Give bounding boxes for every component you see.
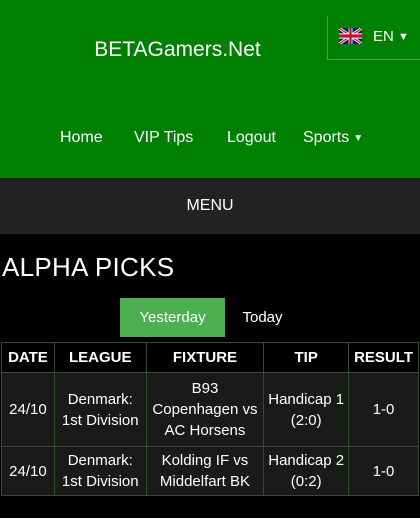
tab-yesterday[interactable]: Yesterday xyxy=(120,298,225,337)
nav-home[interactable]: Home xyxy=(60,129,103,147)
column-header-league: LEAGUE xyxy=(53,342,147,373)
chevron-down-icon: ▼ xyxy=(398,31,409,43)
cell-league: Denmark: 1st Division xyxy=(53,446,147,496)
cell-league: Denmark: 1st Division xyxy=(53,372,147,447)
menu-toggle[interactable]: MENU xyxy=(0,178,420,234)
cell-fixture: Kolding IF vs Middelfart BK xyxy=(145,446,265,496)
nav-logout[interactable]: Logout xyxy=(227,129,276,147)
nav-sports[interactable]: Sports ▼ xyxy=(303,129,363,147)
cell-tip: Handicap 1 (2:0) xyxy=(263,372,350,447)
table-header-row: DATE LEAGUE FIXTURE TIP RESULT xyxy=(1,342,419,373)
nav-vip-tips[interactable]: VIP Tips xyxy=(134,129,193,147)
cell-date: 24/10 xyxy=(1,446,55,496)
cell-result: 1-0 xyxy=(348,446,419,496)
uk-flag-icon xyxy=(339,28,362,44)
cell-fixture: B93 Copenhagen vs AC Horsens xyxy=(145,372,265,447)
nav-sports-label: Sports xyxy=(303,129,350,146)
language-selector[interactable]: EN ▼ xyxy=(327,16,420,60)
column-header-date: DATE xyxy=(1,342,55,373)
page-title: ALPHA PICKS xyxy=(2,252,175,282)
picks-table: DATE LEAGUE FIXTURE TIP RESULT 24/10 Den… xyxy=(1,342,419,496)
site-header: BETAGamers.Net EN ▼ Home VIP Tips Logout… xyxy=(0,0,420,178)
column-header-tip: TIP xyxy=(263,342,350,373)
cell-result: 1-0 xyxy=(348,372,419,447)
cell-date: 24/10 xyxy=(1,372,55,447)
table-row: 24/10 Denmark: 1st Division B93 Copenhag… xyxy=(1,372,419,447)
column-header-fixture: FIXTURE xyxy=(145,342,265,373)
table-row: 24/10 Denmark: 1st Division Kolding IF v… xyxy=(1,446,419,496)
tab-today[interactable]: Today xyxy=(225,298,300,337)
site-brand[interactable]: BETAGamers.Net xyxy=(0,38,355,62)
column-header-result: RESULT xyxy=(348,342,419,373)
caret-down-icon: ▼ xyxy=(353,133,364,144)
language-label: EN xyxy=(373,28,394,45)
cell-tip: Handicap 2 (0:2) xyxy=(263,446,350,496)
